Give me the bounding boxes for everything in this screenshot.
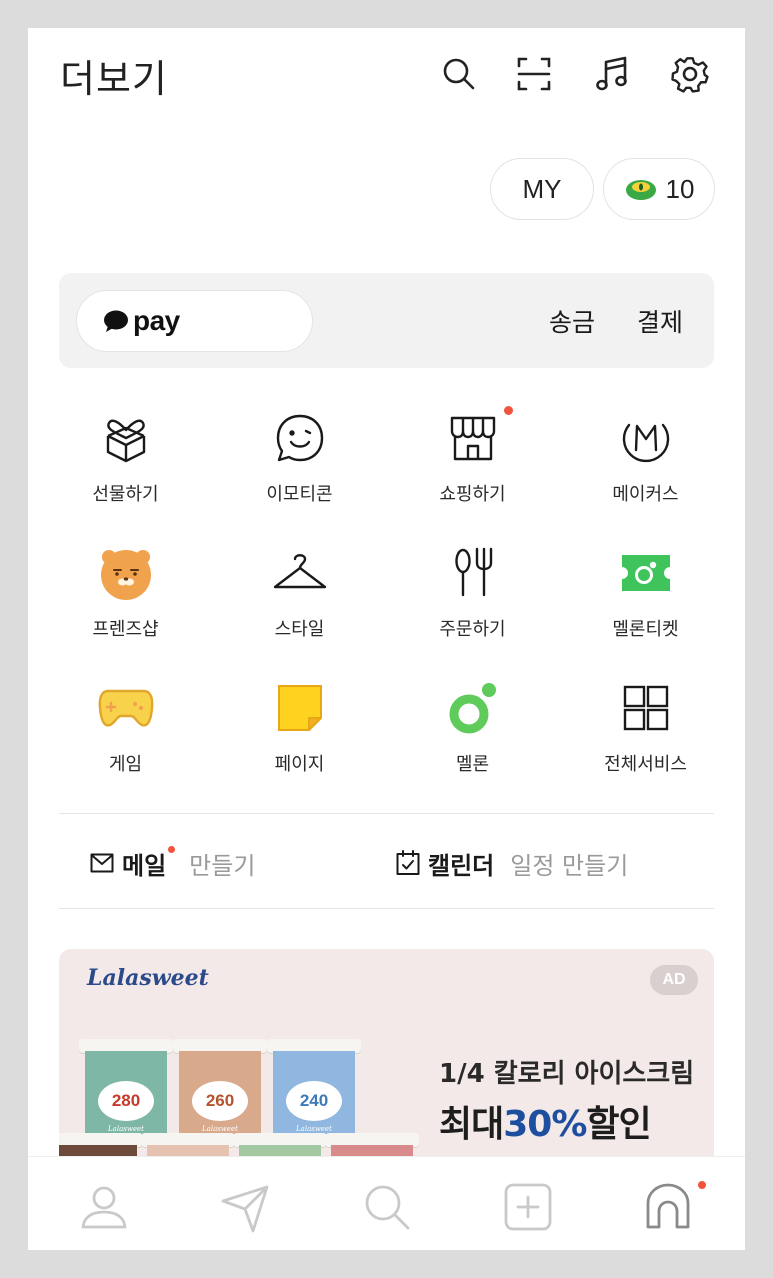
grid-item-melon[interactable]: 멜론 [386,678,559,798]
payment-button[interactable]: 결제 [637,303,683,339]
search-icon[interactable] [359,1179,415,1235]
speech-bubble-icon [103,309,129,333]
search-icon[interactable] [439,54,479,94]
grid-item-label: 선물하기 [92,484,159,505]
coin-count: 10 [665,173,695,204]
music-icon[interactable] [592,54,632,94]
divider [59,908,714,909]
calendar-shortcut[interactable]: 캘린더 일정 만들기 [396,843,628,883]
home-icon[interactable] [640,1179,696,1235]
mail-shortcut[interactable]: 메일 만들기 [90,843,255,883]
hanger-icon [270,543,330,603]
grid-item-label: 멜론티켓 [612,619,679,640]
ad-badge: AD [650,965,698,995]
grid-item-label: 프렌즈샵 [92,619,159,640]
gift-icon [96,408,156,468]
grid-item-label: 쇼핑하기 [439,484,506,505]
melon-ticket-icon [616,543,676,603]
page-icon [270,678,330,738]
my-button[interactable]: MY [490,158,594,220]
new-badge-dot [168,845,176,853]
ad-cup: 240 Lalasweet [267,1039,361,1139]
pay-bar: pay 송금 결제 [59,273,714,368]
coin-icon [624,177,658,201]
mail-title: 메일 [122,851,167,880]
ad-banner[interactable]: Lalasweet AD 280 Lalasweet 260 Lalasweet… [59,949,714,1169]
page-title: 더보기 [60,57,168,101]
melon-icon [443,678,503,738]
shopping-icon [443,408,503,468]
screen: 더보기 MY 10 pay 송금 결제 선물하기 이모티콘 쇼핑하기 메이커스 … [28,28,745,1250]
calendar-create-label: 일정 만들기 [510,851,629,880]
ad-brand: Lalasweet [87,965,209,991]
ad-discount: 최대30%할인 [439,1104,652,1145]
ad-cup: 260 Lalasweet [173,1039,267,1139]
grid-item-label: 게임 [108,754,143,775]
pay-button[interactable]: pay [76,290,313,352]
pay-brand: pay [133,305,180,336]
grid-item-shopping[interactable]: 쇼핑하기 [386,406,559,528]
makers-icon [616,408,676,468]
grid-item-label: 스타일 [274,619,325,640]
grid-item-page[interactable]: 페이지 [213,678,386,798]
add-icon[interactable] [500,1179,556,1235]
grid-item-friends-shop[interactable]: 프렌즈샵 [39,543,212,663]
my-label: MY [522,173,562,204]
new-badge-dot [504,406,513,415]
divider [59,813,714,814]
new-badge-dot [698,1181,706,1189]
grid-item-label: 주문하기 [439,619,506,640]
send-money-button[interactable]: 송금 [549,303,595,339]
grid-item-label: 이모티콘 [266,484,333,505]
grid-item-label: 전체서비스 [604,754,687,775]
grid-item-all-services[interactable]: 전체서비스 [559,678,732,798]
friends-icon[interactable] [76,1179,132,1235]
order-icon [443,543,503,603]
send-icon[interactable] [217,1179,273,1235]
grid-item-melon-ticket[interactable]: 멜론티켓 [559,543,732,663]
grid-item-order[interactable]: 주문하기 [386,543,559,663]
grid-item-label: 멜론 [455,754,490,775]
calendar-title: 캘린더 [428,851,495,880]
bottom-nav [28,1156,745,1250]
all-services-icon [616,678,676,738]
game-icon [96,678,156,738]
mail-create-label: 만들기 [189,851,256,880]
ad-headline: 1/4 칼로리 아이스크림 [439,1059,695,1089]
grid-item-emoticon[interactable]: 이모티콘 [213,408,386,528]
coin-button[interactable]: 10 [603,158,715,220]
grid-item-label: 페이지 [274,754,325,775]
mail-icon [90,853,114,873]
ad-cup: 280 Lalasweet [79,1039,173,1139]
settings-icon[interactable] [670,54,710,94]
grid-item-makers[interactable]: 메이커스 [559,408,732,528]
grid-item-gift[interactable]: 선물하기 [39,408,212,528]
scan-icon[interactable] [514,54,554,94]
grid-item-label: 메이커스 [612,484,679,505]
calendar-icon [396,850,420,876]
grid-item-game[interactable]: 게임 [39,678,212,798]
emoticon-icon [270,408,330,468]
friends-shop-icon [96,543,156,603]
grid-item-style[interactable]: 스타일 [213,543,386,663]
